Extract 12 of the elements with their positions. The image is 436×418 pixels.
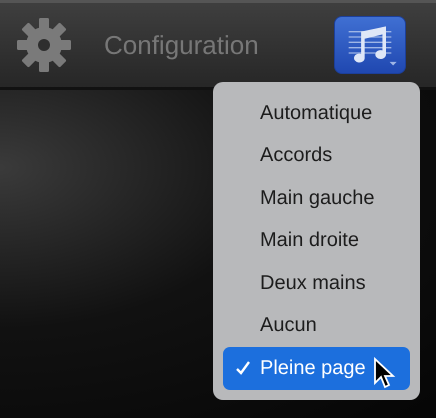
- menu-item[interactable]: Automatique: [223, 92, 410, 134]
- menu-item[interactable]: Aucun: [223, 304, 410, 347]
- menu-item[interactable]: Deux mains: [223, 262, 410, 304]
- menu-item[interactable]: Accords: [223, 134, 410, 177]
- checkmark-icon: [235, 360, 251, 376]
- menu-item[interactable]: Main droite: [223, 220, 410, 262]
- menu-item[interactable]: Main gauche: [223, 177, 410, 220]
- score-view-button[interactable]: [334, 16, 406, 74]
- menu-item[interactable]: Pleine page: [223, 347, 410, 390]
- toolbar-title: Configuration: [104, 30, 260, 60]
- mouse-pointer-icon: [373, 357, 397, 391]
- settings-icon[interactable]: [14, 17, 74, 73]
